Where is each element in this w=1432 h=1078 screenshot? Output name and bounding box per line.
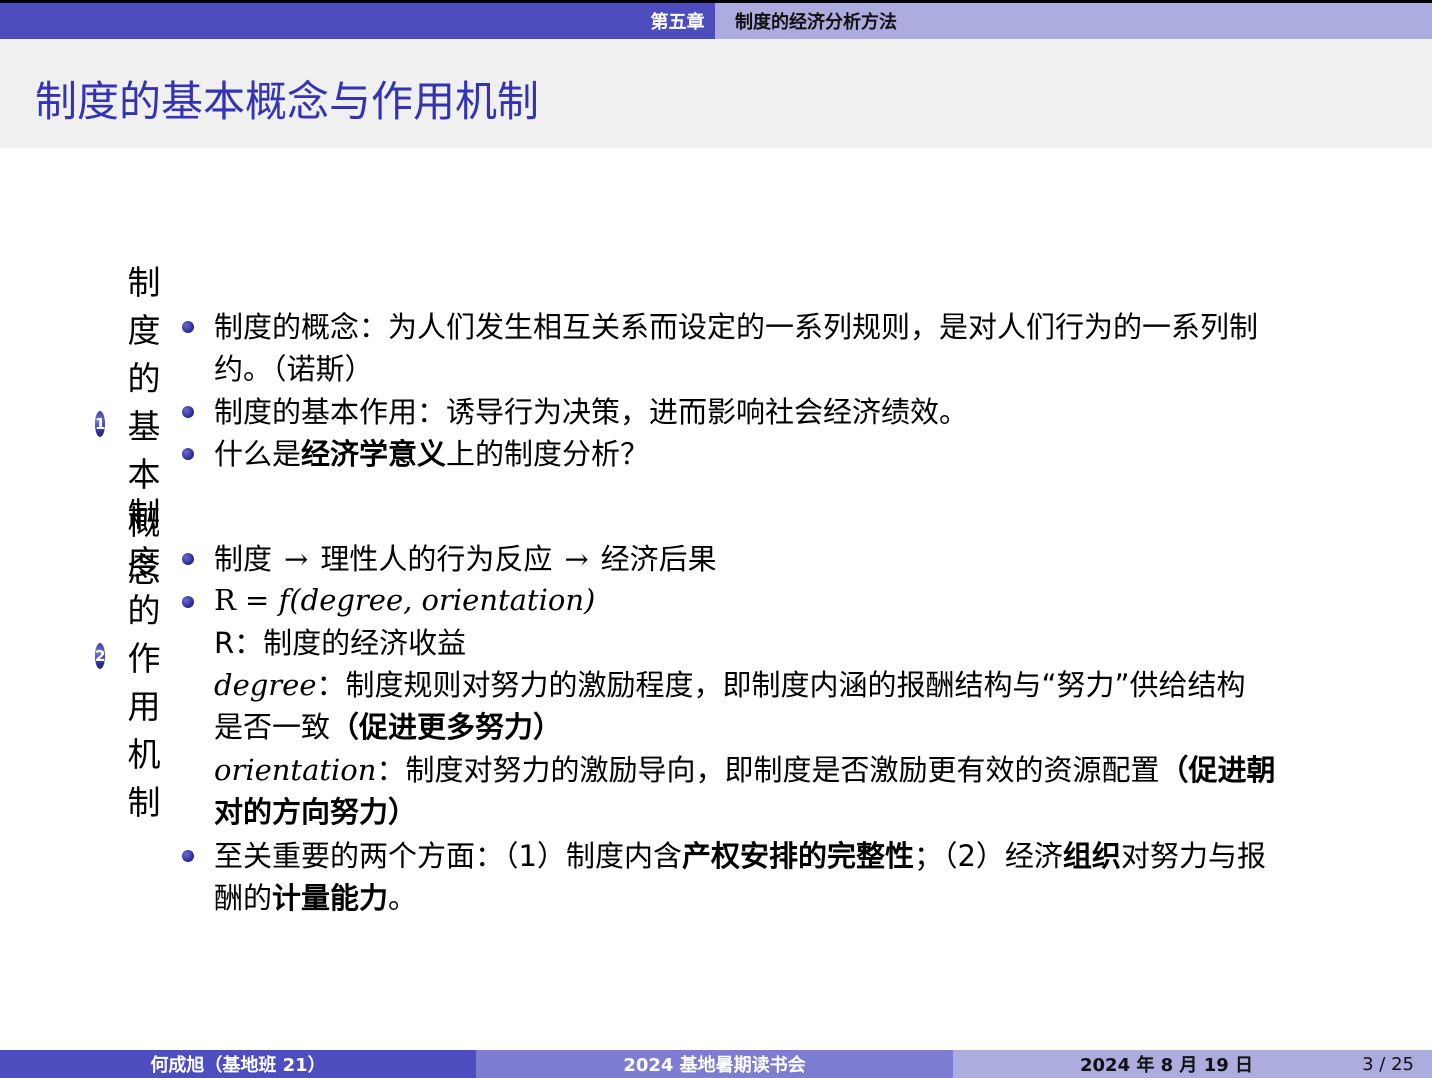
bold-text: 产权安排的完整性 bbox=[681, 839, 914, 873]
definition-orientation-cont: 对的方向努力） bbox=[214, 792, 417, 832]
bullet-dot bbox=[182, 596, 194, 608]
frame-title: 制度的基本概念与作用机制 bbox=[35, 77, 540, 126]
bullet-text-cont: 约。（诺斯） bbox=[214, 352, 374, 386]
text-run: 经济后果 bbox=[600, 542, 717, 576]
bullet-text: 制度的概念：为人们发生相互关系而设定的一系列规则，是对人们行为的一系列制 bbox=[214, 310, 1259, 344]
text-run: 理性人的行为反应 bbox=[320, 542, 553, 576]
formula: R = f(degree, orientation) bbox=[214, 580, 595, 620]
section-label[interactable]: 第五章 bbox=[640, 3, 715, 39]
subsection-label[interactable]: 制度的经济分析方法 bbox=[715, 3, 1432, 39]
arrow-symbol: → bbox=[284, 542, 309, 576]
text-run: 至关重要的两个方面：（1）制度内含 bbox=[214, 839, 682, 873]
bullet-text-cont: 酬的计量能力。 bbox=[214, 878, 417, 918]
bullet-text: 至关重要的两个方面：（1）制度内含产权安排的完整性；（2）经济组织对努力与报 bbox=[214, 836, 1266, 876]
text-run: 。 bbox=[388, 881, 418, 915]
text-run: ：制度规则对努力的激励程度，即制度内涵的报酬结构与“努力”供给结构 bbox=[316, 668, 1246, 702]
formula-R: R bbox=[214, 583, 236, 617]
math-term: degree bbox=[214, 668, 317, 702]
text-run: ：制度对努力的激励导向，即制度是否激励更有效的资源配置 bbox=[376, 753, 1160, 787]
bullet-text: 制度的基本作用：诱导行为决策，进而影响社会经济绩效。 bbox=[214, 395, 969, 429]
header-bar: 第五章 制度的经济分析方法 bbox=[0, 3, 1432, 39]
bullet-dot bbox=[182, 850, 194, 862]
arrow-symbol: → bbox=[564, 542, 589, 576]
footer-event: 2024 基地暑期读书会 bbox=[476, 1050, 953, 1078]
enum-heading: 制度的作用机制 bbox=[127, 495, 161, 822]
definition-R: R：制度的经济收益 bbox=[214, 626, 467, 660]
formula-args: (degree, orientation) bbox=[289, 583, 596, 617]
page-number: 3 / 25 bbox=[1362, 1053, 1414, 1075]
bullet-dot bbox=[182, 448, 194, 460]
text-run: 制度 bbox=[214, 542, 273, 576]
bold-text: （促进更多努力） bbox=[330, 710, 563, 744]
enum-item-2: 2 制度的作用机制 bbox=[95, 488, 176, 824]
enum-number-badge: 2 bbox=[95, 643, 106, 669]
definition-degree-cont: 是否一致（促进更多努力） bbox=[214, 707, 562, 747]
footer-author: 何成旭（基地班 21） bbox=[0, 1050, 476, 1078]
bullet-dot bbox=[182, 406, 194, 418]
definition-degree: degree：制度规则对努力的激励程度，即制度内涵的报酬结构与“努力”供给结构 bbox=[214, 665, 1246, 705]
bold-text: 组织 bbox=[1062, 839, 1121, 873]
bullet-text: 什么是经济学意义上的制度分析？ bbox=[214, 434, 649, 474]
text-run: ；（2）经济 bbox=[913, 839, 1063, 873]
bold-text: 计量能力 bbox=[272, 881, 389, 915]
bold-text: 对的方向努力） bbox=[214, 795, 418, 829]
footer-date: 2024 年 8 月 19 日 bbox=[1080, 1055, 1254, 1076]
text-run: 对努力与报 bbox=[1120, 839, 1266, 873]
header-left-fill bbox=[0, 3, 640, 39]
footer-right: 2024 年 8 月 19 日 3 / 25 bbox=[953, 1050, 1432, 1078]
bullet-text: 制度 → 理性人的行为反应 → 经济后果 bbox=[214, 539, 717, 579]
math-term: orientation bbox=[214, 753, 377, 787]
definition-orientation: orientation：制度对努力的激励导向，即制度是否激励更有效的资源配置（促… bbox=[214, 750, 1275, 790]
bold-text: 经济学意义 bbox=[301, 437, 447, 471]
bullet-dot bbox=[182, 321, 194, 333]
text-run: 上的制度分析？ bbox=[446, 437, 650, 471]
text-run: 是否一致 bbox=[214, 710, 331, 744]
formula-f: f bbox=[278, 583, 290, 617]
text-run: 酬的 bbox=[214, 881, 273, 915]
enum-number-badge: 1 bbox=[95, 411, 106, 437]
text-run: 什么是 bbox=[214, 437, 302, 471]
bold-text: （促进朝 bbox=[1159, 753, 1276, 787]
footer-bar: 何成旭（基地班 21） 2024 基地暑期读书会 2024 年 8 月 19 日… bbox=[0, 1050, 1432, 1078]
formula-eq: = bbox=[235, 583, 279, 617]
bullet-dot bbox=[182, 553, 194, 565]
